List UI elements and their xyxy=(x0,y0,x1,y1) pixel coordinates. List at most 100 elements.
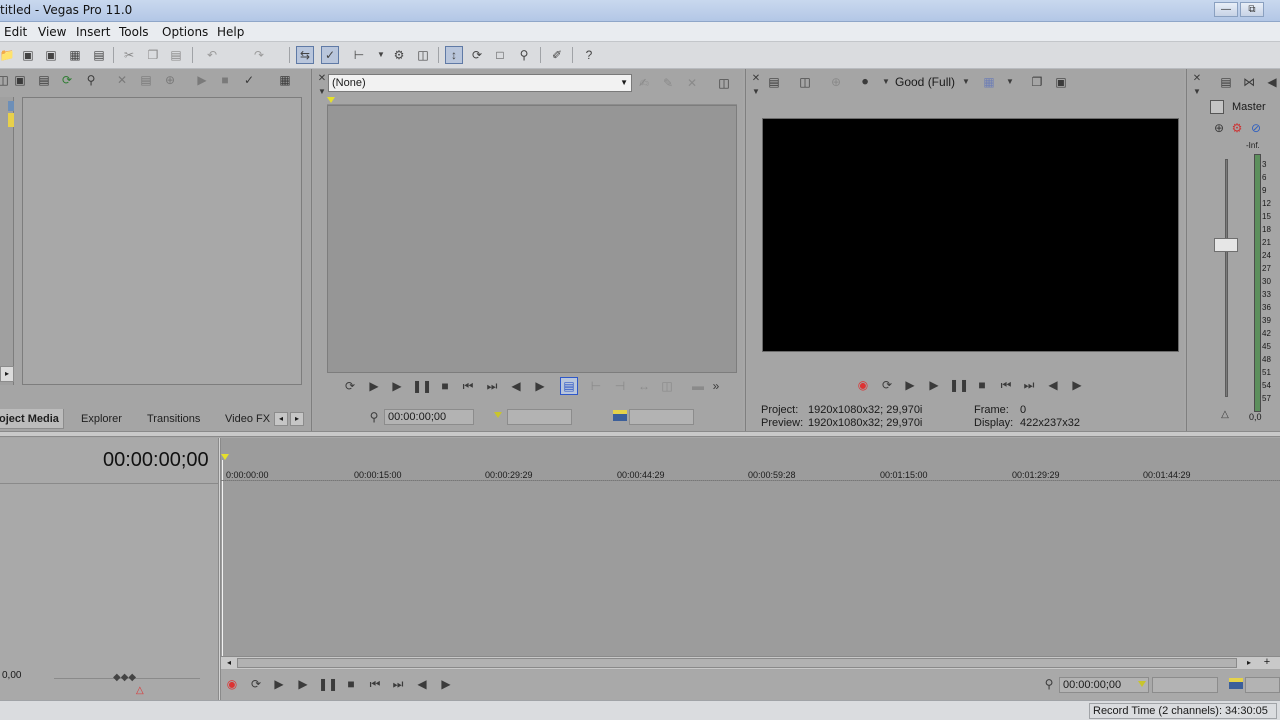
video-preview-screen[interactable] xyxy=(762,118,1179,352)
zoom-tool-icon[interactable]: ⚲ xyxy=(515,46,533,64)
menu-tools[interactable]: Tools xyxy=(119,25,149,39)
trimmer-timecode[interactable]: 00:00:00;00 xyxy=(384,409,474,425)
preview-properties-icon[interactable]: ▤ xyxy=(765,73,783,91)
trim-edit-icon[interactable]: ✎ xyxy=(659,74,677,92)
timeline-timecode[interactable]: 00:00:00;00 xyxy=(103,449,209,472)
go-to-end-icon[interactable]: ⏭ xyxy=(1020,376,1038,394)
scroll-thumb[interactable] xyxy=(237,658,1237,668)
transport-timecode[interactable]: 00:00:00;00 xyxy=(1059,677,1149,693)
go-to-start-icon[interactable]: ⏮ xyxy=(459,377,477,395)
menu-insert[interactable]: Insert xyxy=(76,25,110,39)
go-to-start-icon[interactable]: ⏮ xyxy=(997,376,1015,394)
next-frame-icon[interactable]: ▶ xyxy=(437,675,455,693)
record-icon[interactable]: ◉ xyxy=(223,675,241,693)
overlays-icon[interactable]: ▦ xyxy=(980,73,998,91)
media-fx-icon[interactable]: ⊕ xyxy=(161,71,179,89)
tabs-next-button[interactable]: ▸ xyxy=(290,412,304,426)
stop-icon[interactable]: ■ xyxy=(436,377,454,395)
add-to-timeline-icon[interactable]: ▤ xyxy=(560,377,578,395)
chevron-down-icon[interactable]: ▼ xyxy=(957,73,975,91)
lock-envelopes-icon[interactable]: ⚙ xyxy=(390,46,408,64)
normal-edit-tool-icon[interactable]: ✓ xyxy=(321,46,339,64)
menu-view[interactable]: View xyxy=(38,25,66,39)
go-to-start-icon[interactable]: ⏮ xyxy=(366,675,384,693)
save-icon[interactable]: ▣ xyxy=(19,46,37,64)
envelope-tool-icon[interactable]: ⟳ xyxy=(468,46,486,64)
add-before-cursor-icon[interactable]: ⊣ xyxy=(611,377,629,395)
pause-icon[interactable]: ❚❚ xyxy=(949,376,969,394)
add-after-cursor-icon[interactable]: ⊢ xyxy=(587,377,605,395)
expand-tree-button[interactable]: ▸ xyxy=(0,366,14,382)
selection-start-field[interactable] xyxy=(507,409,572,425)
stop-icon[interactable]: ■ xyxy=(973,376,991,394)
master-bus-icon[interactable] xyxy=(1210,100,1224,114)
chevron-down-icon[interactable]: ▼ xyxy=(372,46,390,64)
media-tree[interactable] xyxy=(0,97,14,385)
previous-frame-icon[interactable]: ◀ xyxy=(507,377,525,395)
save-as-icon[interactable]: ▣ xyxy=(42,46,60,64)
views-icon[interactable]: ▦ xyxy=(276,71,294,89)
search-icon[interactable]: ⚲ xyxy=(82,71,100,89)
selection-tool-icon[interactable]: □ xyxy=(491,46,509,64)
edit-tool-icon[interactable]: ↕ xyxy=(445,46,463,64)
scroll-right-button[interactable]: ▸ xyxy=(1243,658,1255,668)
previous-frame-icon[interactable]: ◀ xyxy=(1044,376,1062,394)
downmix-icon[interactable]: ⋈ xyxy=(1240,73,1258,91)
video-fx-icon[interactable]: ⊕ xyxy=(827,73,845,91)
loop-icon[interactable]: ⟳ xyxy=(247,675,265,693)
play-from-start-icon[interactable]: ▶ xyxy=(270,675,288,693)
fx-icon[interactable]: ⊕ xyxy=(1210,119,1228,137)
refresh-icon[interactable]: ⟳ xyxy=(58,71,76,89)
lock-icon[interactable]: △ xyxy=(1216,406,1234,424)
mute-icon[interactable]: ⊘ xyxy=(1247,119,1265,137)
go-to-end-icon[interactable]: ⏭ xyxy=(483,377,501,395)
external-monitor-icon[interactable]: ◫ xyxy=(796,73,814,91)
next-frame-icon[interactable]: ▶ xyxy=(531,377,549,395)
help-icon[interactable]: ? xyxy=(580,46,598,64)
chevron-down-icon[interactable]: ▼ xyxy=(747,83,765,101)
trimmer-display[interactable] xyxy=(327,105,737,373)
fit-to-fill-icon[interactable]: ↔ xyxy=(635,377,653,395)
selection-length-field[interactable] xyxy=(629,409,694,425)
menu-options[interactable]: Options xyxy=(162,25,208,39)
capture-icon[interactable]: ▣ xyxy=(11,71,29,89)
ignore-grouping-icon[interactable]: ◫ xyxy=(414,46,432,64)
copy-icon[interactable]: ❐ xyxy=(144,46,162,64)
timeline-scrollbar[interactable]: ◂ ▸ + xyxy=(221,656,1280,669)
fader-track[interactable] xyxy=(1225,159,1228,397)
cut-icon[interactable]: ✂ xyxy=(120,46,138,64)
record-icon[interactable]: ◉ xyxy=(854,376,872,394)
delete-icon[interactable]: ✕ xyxy=(113,71,131,89)
trimmer-ruler[interactable] xyxy=(327,95,737,105)
pause-icon[interactable]: ❚❚ xyxy=(318,675,338,693)
automation-icon[interactable]: ⚙ xyxy=(1228,119,1246,137)
dock-splitter[interactable] xyxy=(0,431,1280,437)
trimmer-source-select[interactable]: (None) ▼ xyxy=(328,74,632,92)
chevron-down-icon[interactable]: ▼ xyxy=(1188,83,1206,101)
menu-edit[interactable]: Edit xyxy=(4,25,27,39)
chevron-down-icon[interactable]: ▼ xyxy=(1001,73,1019,91)
rate-slider-handle-icon[interactable]: ◆◆◆ xyxy=(113,672,136,683)
tab-video-fx[interactable]: Video FX xyxy=(225,409,270,429)
go-to-end-icon[interactable]: ⏭ xyxy=(389,675,407,693)
preview-quality[interactable]: Good (Full) xyxy=(895,75,955,89)
brush-icon[interactable]: ✐ xyxy=(548,46,566,64)
loop-icon[interactable]: ⟳ xyxy=(878,376,896,394)
play-icon[interactable]: ▶ xyxy=(925,376,943,394)
scroll-left-button[interactable]: ◂ xyxy=(223,658,235,668)
zoom-in-button[interactable]: + xyxy=(1261,657,1273,669)
split-screen-icon[interactable]: ⚫ xyxy=(856,73,874,91)
tab-explorer[interactable]: Explorer xyxy=(81,409,122,429)
selection-start-field[interactable] xyxy=(1152,677,1218,693)
add-to-timeline-icon[interactable]: ✍ xyxy=(635,74,653,92)
save-snapshot-icon[interactable]: ▣ xyxy=(1052,73,1070,91)
redo-icon[interactable]: ↷ xyxy=(250,46,268,64)
stop-icon[interactable]: ■ xyxy=(216,71,234,89)
more-tools-button[interactable]: » xyxy=(707,377,725,395)
loop-icon[interactable]: ⟳ xyxy=(341,377,359,395)
delete-icon[interactable]: ✕ xyxy=(683,74,701,92)
play-from-start-icon[interactable]: ▶ xyxy=(365,377,383,395)
next-frame-icon[interactable]: ▶ xyxy=(1068,376,1086,394)
tab-transitions[interactable]: Transitions xyxy=(147,409,200,429)
playhead[interactable] xyxy=(222,460,223,656)
